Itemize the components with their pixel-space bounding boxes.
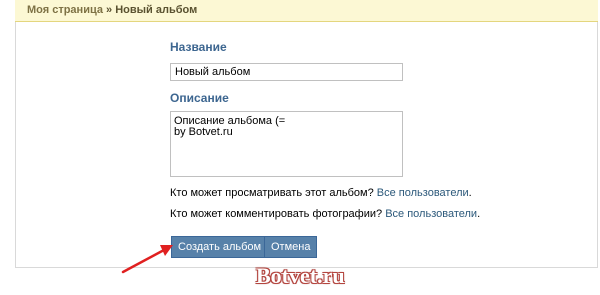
breadcrumb: Моя страница » Новый альбом (27, 4, 197, 16)
comment-privacy-link[interactable]: Все пользователи (385, 208, 477, 220)
comment-privacy-row: Кто может комментировать фотографии? Все… (170, 208, 480, 220)
red-arrow-annotation (121, 245, 173, 274)
view-privacy-question: Кто может просматривать этот альбом? (170, 187, 374, 199)
create-album-button[interactable]: Создать альбом (171, 236, 269, 258)
album-title-input[interactable] (170, 63, 403, 81)
view-privacy-link[interactable]: Все пользователи (377, 187, 469, 199)
comment-privacy-question: Кто может комментировать фотографии? (170, 208, 383, 220)
view-privacy-period: . (468, 187, 472, 199)
breadcrumb-current: Новый альбом (115, 4, 198, 16)
cancel-button[interactable]: Отмена (264, 236, 318, 258)
breadcrumb-my-page-link[interactable]: Моя страница (27, 4, 103, 16)
breadcrumb-separator: » (102, 4, 116, 16)
album-title-label: Название (170, 40, 227, 54)
arrow-shaft (121, 248, 166, 274)
album-description-label: Описание (170, 91, 229, 105)
comment-privacy-period: . (477, 208, 481, 220)
album-description-textarea[interactable] (170, 111, 403, 177)
page-header: Моя страница » Новый альбом (15, 0, 598, 22)
view-privacy-row: Кто может просматривать этот альбом? Все… (170, 187, 472, 199)
watermark-logo: Botvet.ru (256, 263, 345, 288)
